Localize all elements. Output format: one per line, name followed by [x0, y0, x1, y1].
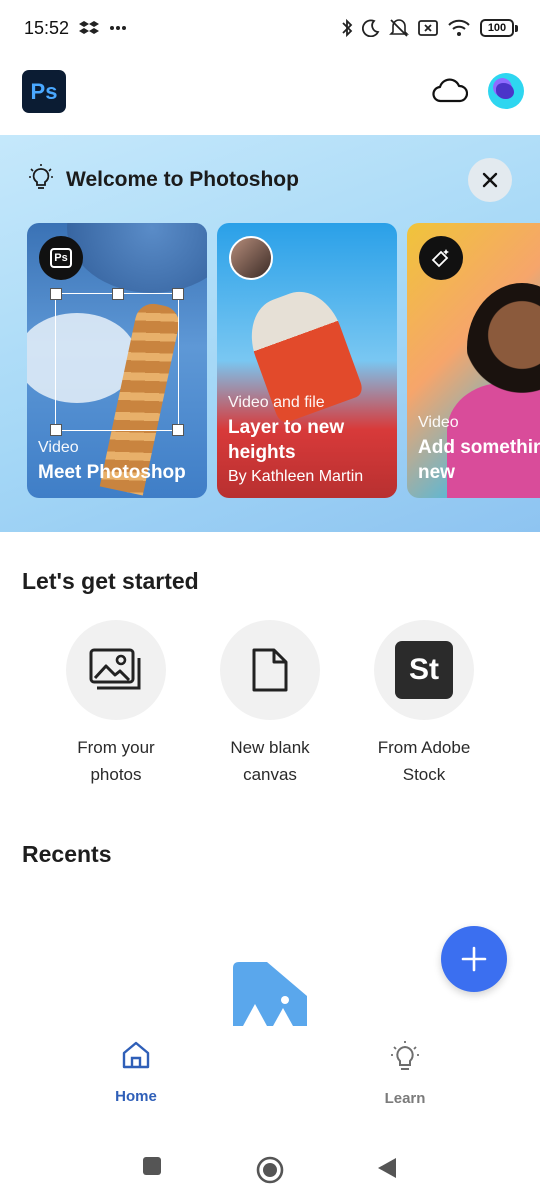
- nav-home[interactable]: Home: [76, 1040, 196, 1105]
- from-adobe-stock-label: From Adobe Stock: [377, 738, 471, 784]
- card-type: Video: [418, 413, 459, 431]
- welcome-header: Welcome to Photoshop: [28, 163, 299, 196]
- status-left: 15:52: [24, 18, 127, 39]
- adobe-stock-icon: St: [395, 641, 453, 699]
- photos-icon: [89, 648, 141, 690]
- photoshop-logo: Ps: [22, 70, 66, 113]
- moon-icon: [362, 19, 380, 37]
- tutorial-card-add-something-new[interactable]: Video Add somethin new: [407, 223, 540, 498]
- home-system-button[interactable]: [256, 1156, 284, 1184]
- magic-eraser-icon: [419, 236, 463, 280]
- nav-learn[interactable]: Learn: [345, 1040, 465, 1107]
- new-blank-canvas-label: New blank canvas: [230, 738, 310, 784]
- photos-icon-circle: [66, 620, 166, 720]
- new-blank-canvas-button[interactable]: New blank canvas: [190, 620, 350, 788]
- back-button[interactable]: [376, 1156, 398, 1180]
- cloud-icon: [432, 78, 468, 103]
- system-nav-bar: [0, 1134, 540, 1200]
- cloud-button[interactable]: [430, 74, 470, 108]
- status-time: 15:52: [24, 17, 70, 38]
- battery-icon: 100: [480, 19, 518, 37]
- lightbulb-icon: [28, 163, 54, 196]
- create-new-fab[interactable]: [441, 926, 507, 992]
- selection-handle: [172, 424, 184, 436]
- card-badge-ps: Ps: [39, 236, 83, 280]
- selection-handle: [50, 288, 62, 300]
- get-started-title: Let's get started: [22, 568, 199, 594]
- square-icon: [143, 1157, 161, 1175]
- tutorial-card-layer-to-new-heights[interactable]: Video and file Layer to new heights By K…: [217, 223, 397, 498]
- empty-recents-illustration: [233, 962, 307, 1026]
- nav-learn-label: Learn: [384, 1090, 426, 1107]
- back-triangle-icon: [378, 1158, 396, 1178]
- selection-handle: [172, 288, 184, 300]
- selection-handle: [112, 288, 124, 300]
- card-type: Video and file: [228, 393, 325, 411]
- card-type: Video: [38, 439, 79, 457]
- avatar[interactable]: [488, 73, 524, 109]
- from-adobe-stock-button[interactable]: St From Adobe Stock: [344, 620, 504, 788]
- welcome-title: Welcome to Photoshop: [66, 167, 299, 191]
- selection-box: [50, 288, 184, 436]
- welcome-panel: Welcome to Photoshop Ps Video Meet Photo…: [0, 135, 540, 532]
- card-title: Layer to new heights: [228, 416, 345, 464]
- sim-off-icon: [418, 20, 438, 36]
- blank-canvas-icon-circle: [220, 620, 320, 720]
- nav-home-label: Home: [115, 1088, 157, 1105]
- plus-icon: [461, 946, 487, 972]
- status-right: 100: [341, 18, 518, 38]
- recents-title: Recents: [22, 841, 112, 867]
- card-title: Add somethin new: [418, 436, 540, 484]
- card-art-moon: [67, 223, 207, 293]
- circle-home-icon: [256, 1156, 284, 1184]
- ps-badge-label: Ps: [50, 248, 72, 268]
- more-dots-icon: [109, 25, 127, 31]
- close-welcome-button[interactable]: [468, 158, 512, 202]
- dropbox-icon: [79, 20, 100, 36]
- bluetooth-icon: [341, 18, 353, 38]
- adobe-stock-icon-circle: St: [374, 620, 474, 720]
- card-title: Meet Photoshop: [38, 462, 186, 484]
- selection-handle: [50, 424, 62, 436]
- tutorial-card-meet-photoshop[interactable]: Ps Video Meet Photoshop: [27, 223, 207, 498]
- author-photo-badge: [229, 236, 273, 280]
- card-text: Video Add somethin new: [418, 414, 540, 486]
- bottom-nav: Home Learn: [0, 1030, 540, 1134]
- card-text: Video Meet Photoshop: [38, 439, 201, 486]
- app-header: Ps: [0, 56, 540, 134]
- home-icon: [122, 1041, 150, 1069]
- battery-tip: [515, 24, 518, 32]
- mute-icon: [389, 18, 409, 38]
- lightbulb-icon: [391, 1041, 419, 1070]
- card-text: Video and file Layer to new heights By K…: [228, 394, 391, 486]
- close-icon: [482, 172, 498, 188]
- wifi-icon: [447, 19, 471, 37]
- from-photos-label: From your photos: [77, 738, 155, 784]
- card-author: By Kathleen Martin: [228, 468, 364, 485]
- recent-apps-button[interactable]: [142, 1156, 162, 1176]
- status-bar: 15:52 100: [0, 0, 540, 56]
- battery-level: 100: [480, 19, 514, 37]
- from-photos-button[interactable]: From your photos: [36, 620, 196, 788]
- blank-document-icon: [252, 648, 288, 692]
